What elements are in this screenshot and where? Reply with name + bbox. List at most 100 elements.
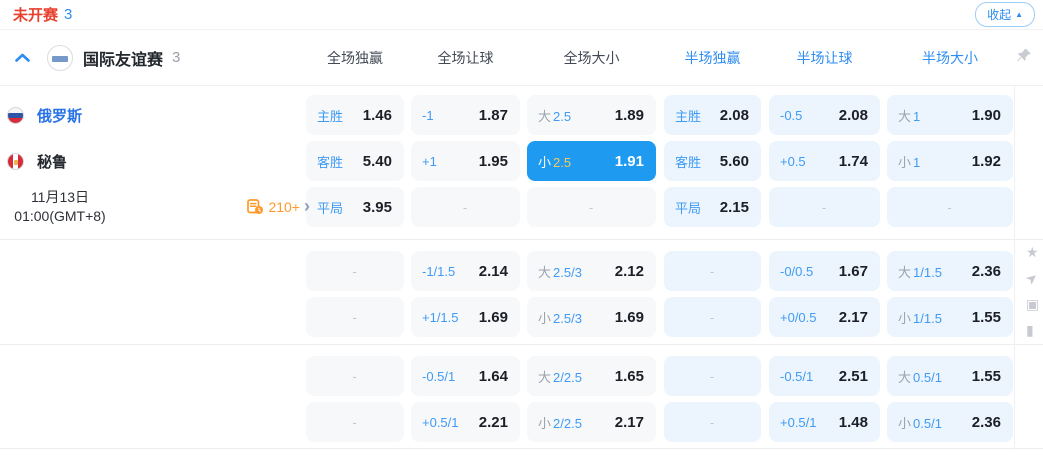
- handicap-line: 1/1.5: [913, 310, 942, 326]
- odds-cell-empty: -: [306, 297, 404, 337]
- odds-cell[interactable]: 客胜 5.40: [306, 141, 404, 181]
- match-info-cell: 11月13日 01:00(GMT+8) 210+ ›: [0, 187, 310, 227]
- handicap-line: +1: [422, 153, 437, 169]
- collapse-arrow-icon: ▲: [1015, 9, 1023, 19]
- status-label: 未开赛: [13, 7, 59, 24]
- odds-cell[interactable]: -1/1.5 2.14: [411, 251, 520, 291]
- handicap-line: -0.5: [780, 107, 803, 123]
- handicap-line: 0.5/1: [913, 369, 942, 385]
- odds-value: 2.21: [478, 413, 508, 431]
- odds-cell-empty: -: [664, 402, 761, 442]
- odds-cell[interactable]: 小 2.5/3 1.69: [527, 297, 656, 337]
- outcome-label: 平局: [317, 200, 344, 216]
- overunder-prefix: 小: [898, 415, 912, 431]
- odds-cell[interactable]: 大 2.5 1.89: [527, 95, 656, 135]
- odds-cell[interactable]: 主胜 2.08: [664, 95, 761, 135]
- odds-cell-empty: -: [664, 251, 761, 291]
- pin-small-icon[interactable]: ➤: [1026, 268, 1043, 288]
- odds-cell[interactable]: 小 2/2.5 2.17: [527, 402, 656, 442]
- handicap-line: -0.5/1: [422, 368, 456, 384]
- odds-value: 1.67: [838, 262, 868, 280]
- odds-cell[interactable]: 大 2.5/3 2.12: [527, 251, 656, 291]
- odds-value: 2.15: [719, 198, 749, 216]
- odds-value: 1.64: [478, 367, 508, 385]
- odds-cell[interactable]: +0/0.5 2.17: [769, 297, 880, 337]
- empty-dash: -: [709, 368, 715, 384]
- favorite-star-icon[interactable]: ★: [1026, 244, 1043, 261]
- chevron-up-icon[interactable]: [14, 52, 31, 63]
- odds-selection-label: 客胜: [317, 152, 343, 171]
- odds-cell-empty: -: [769, 187, 880, 227]
- odds-value: 2.12: [614, 262, 644, 280]
- outcome-label: 主胜: [317, 108, 344, 124]
- outcome-label: 客胜: [675, 154, 702, 170]
- odds-cell[interactable]: +0.5/1 1.48: [769, 402, 880, 442]
- odds-value: 1.55: [971, 367, 1001, 385]
- odds-cell[interactable]: 主胜 1.46: [306, 95, 404, 135]
- outcome-label: 主胜: [675, 108, 702, 124]
- odds-cell[interactable]: 平局 2.15: [664, 187, 761, 227]
- odds-selection-label: 小 2.5/3: [538, 308, 582, 327]
- odds-value: 1.55: [971, 308, 1001, 326]
- column-header-half-win[interactable]: 半场独赢: [664, 48, 761, 68]
- overunder-prefix: 大: [538, 264, 552, 280]
- odds-value: 2.17: [614, 413, 644, 431]
- odds-value: 3.95: [362, 198, 392, 216]
- alt-odds-row: - +0.5/1 2.21 小 2/2.5 2.17- +0.5/1 1.48 小 0.5/1 2.…: [0, 402, 1043, 442]
- odds-cell[interactable]: 小 2.5 1.91: [527, 141, 656, 181]
- overunder-prefix: 小: [898, 310, 912, 326]
- odds-cell[interactable]: 客胜 5.60: [664, 141, 761, 181]
- column-header-full-overunder[interactable]: 全场大小: [527, 48, 656, 68]
- side-toolbar-clipped: ★ ➤ ▣ ▮: [1026, 244, 1043, 339]
- odds-cell[interactable]: -0.5/1 1.64: [411, 356, 520, 396]
- column-header-half-handicap[interactable]: 半场让球: [769, 48, 880, 68]
- column-header-full-win[interactable]: 全场独赢: [306, 48, 404, 68]
- odds-cell[interactable]: +0.5 1.74: [769, 141, 880, 181]
- odds-cell[interactable]: -0/0.5 1.67: [769, 251, 880, 291]
- odds-selection-label: 大 2.5: [538, 106, 571, 125]
- odds-selection-label: 小 0.5/1: [898, 413, 942, 432]
- odds-cell[interactable]: +1/1.5 1.69: [411, 297, 520, 337]
- odds-cell[interactable]: +1 1.95: [411, 141, 520, 181]
- empty-dash: -: [709, 414, 715, 430]
- overunder-prefix: 大: [898, 108, 912, 124]
- handicap-line: 1: [913, 108, 921, 124]
- overunder-prefix: 大: [538, 369, 552, 385]
- odds-cell[interactable]: 平局 3.95: [306, 187, 404, 227]
- column-header-half-overunder[interactable]: 半场大小: [887, 48, 1013, 68]
- odds-selection-label: 大 0.5/1: [898, 367, 942, 386]
- pin-icon[interactable]: [1016, 47, 1032, 68]
- odds-selection-label: +0.5/1: [780, 415, 817, 430]
- odds-cell[interactable]: -0.5 2.08: [769, 95, 880, 135]
- odds-cell[interactable]: 大 2/2.5 1.65: [527, 356, 656, 396]
- column-header-full-handicap[interactable]: 全场让球: [411, 48, 520, 68]
- handicap-line: 0.5/1: [913, 415, 942, 431]
- odds-selection-label: -0.5/1: [780, 369, 813, 384]
- odds-selection-label: +1/1.5: [422, 310, 459, 325]
- odds-group-main: 俄罗斯 主胜 1.46 -1 1.87 大 2.5 1.89 主胜 2.08 -0.5 2.08 大 1…: [0, 86, 1043, 240]
- empty-dash: -: [709, 263, 715, 279]
- odds-cell[interactable]: +0.5/1 2.21: [411, 402, 520, 442]
- handicap-line: 1: [913, 154, 921, 170]
- odds-cell[interactable]: -0.5/1 2.51: [769, 356, 880, 396]
- alt-odds-cells: - +0.5/1 2.21 小 2/2.5 2.17- +0.5/1 1.48 小 0.5/1 2.…: [306, 402, 1013, 442]
- more-markets-link[interactable]: 210+ ›: [247, 197, 310, 215]
- odds-cell[interactable]: 大 0.5/1 1.55: [887, 356, 1013, 396]
- bar-icon[interactable]: ▮: [1026, 322, 1043, 339]
- odds-cell[interactable]: 大 1/1.5 2.36: [887, 251, 1013, 291]
- odds-cell[interactable]: 小 1/1.5 1.55: [887, 297, 1013, 337]
- empty-dash: -: [352, 263, 357, 279]
- odds-cell[interactable]: -1 1.87: [411, 95, 520, 135]
- odds-cell[interactable]: 大 1 1.90: [887, 95, 1013, 135]
- odds-value: 2.36: [971, 262, 1001, 280]
- odds-value: 2.14: [478, 262, 508, 280]
- stats-box-icon[interactable]: ▣: [1026, 296, 1043, 313]
- collapse-button[interactable]: 收起 ▲: [975, 2, 1035, 27]
- odds-selection-label: +0.5/1: [422, 415, 459, 430]
- odds-cell[interactable]: 小 0.5/1 2.36: [887, 402, 1013, 442]
- empty-dash: -: [352, 309, 357, 325]
- empty-dash: -: [462, 199, 468, 215]
- odds-selection-label: 平局: [675, 198, 701, 217]
- status-count: 3: [64, 6, 73, 23]
- odds-cell[interactable]: 小 1 1.92: [887, 141, 1013, 181]
